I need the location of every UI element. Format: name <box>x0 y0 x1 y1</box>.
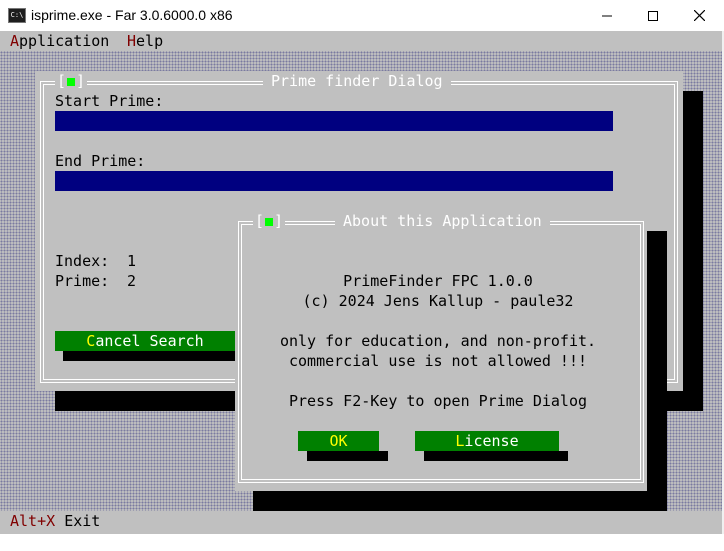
close-box-icon <box>67 77 76 86</box>
close-box[interactable]: [] <box>253 211 286 231</box>
status-label: Exit <box>64 512 101 530</box>
button-label: ancel Search <box>95 332 204 350</box>
about-dialog: [] About this Application PrimeFinder FP… <box>235 211 647 491</box>
start-prime-label: Start Prime: <box>55 92 164 110</box>
menu-item-label: elp <box>136 32 164 50</box>
status-bar: Alt+X Exit <box>0 511 722 531</box>
prime-label: Prime: <box>55 272 110 290</box>
dialog-title: About this Application <box>335 211 550 231</box>
ok-button[interactable]: OK <box>298 431 379 451</box>
button-shadow <box>307 451 388 461</box>
window-title: isprime.exe - Far 3.0.6000.0 x86 <box>31 7 233 23</box>
dialog-shadow <box>647 231 667 512</box>
license-note-text: commercial use is not allowed !!! <box>288 352 587 370</box>
dialog-title: Prime finder Dialog <box>263 71 451 91</box>
status-key: Alt+X <box>10 512 56 530</box>
menu-item-help[interactable]: Help <box>127 31 163 51</box>
cancel-search-button[interactable]: Cancel Search <box>55 331 235 351</box>
close-icon <box>693 10 705 21</box>
dialog-shadow <box>253 491 667 512</box>
window-titlebar[interactable]: C:\ isprime.exe - Far 3.0.6000.0 x86 <box>0 0 724 32</box>
hint-text: Press F2-Key to open Prime Dialog <box>288 392 587 410</box>
copyright-text: (c) 2024 Jens Kallup - paule32 <box>302 292 574 310</box>
index-value: 1 <box>127 252 137 270</box>
minimize-icon <box>602 15 612 16</box>
license-button[interactable]: License <box>415 431 559 451</box>
button-shadow <box>63 351 243 361</box>
menu-bar: Application Help <box>0 31 722 51</box>
console-app-icon: C:\ <box>8 8 26 23</box>
start-prime-input[interactable] <box>55 111 613 131</box>
menu-hotkey: A <box>10 32 20 50</box>
menu-item-application[interactable]: Application <box>10 31 109 51</box>
minimize-button[interactable] <box>584 0 630 31</box>
menu-hotkey: H <box>127 32 137 50</box>
index-label: Index: <box>55 252 110 270</box>
close-box-icon <box>265 217 274 226</box>
license-note-text: only for education, and non-profit. <box>279 332 597 350</box>
end-prime-label: End Prime: <box>55 152 146 170</box>
button-hotkey: C <box>86 332 96 350</box>
button-label: icense <box>464 432 519 450</box>
maximize-icon <box>648 10 658 21</box>
button-label: OK <box>329 432 348 450</box>
maximize-button[interactable] <box>630 0 676 31</box>
prime-value: 2 <box>127 272 137 290</box>
end-prime-input[interactable] <box>55 171 613 191</box>
close-box[interactable]: [] <box>55 71 88 91</box>
app-name-text: PrimeFinder FPC 1.0.0 <box>343 272 533 290</box>
status-exit-item[interactable]: Alt+X Exit <box>10 511 100 531</box>
dialog-shadow <box>683 91 703 391</box>
close-button[interactable] <box>676 0 722 31</box>
button-shadow <box>424 451 568 461</box>
menu-item-label: pplication <box>19 32 110 50</box>
